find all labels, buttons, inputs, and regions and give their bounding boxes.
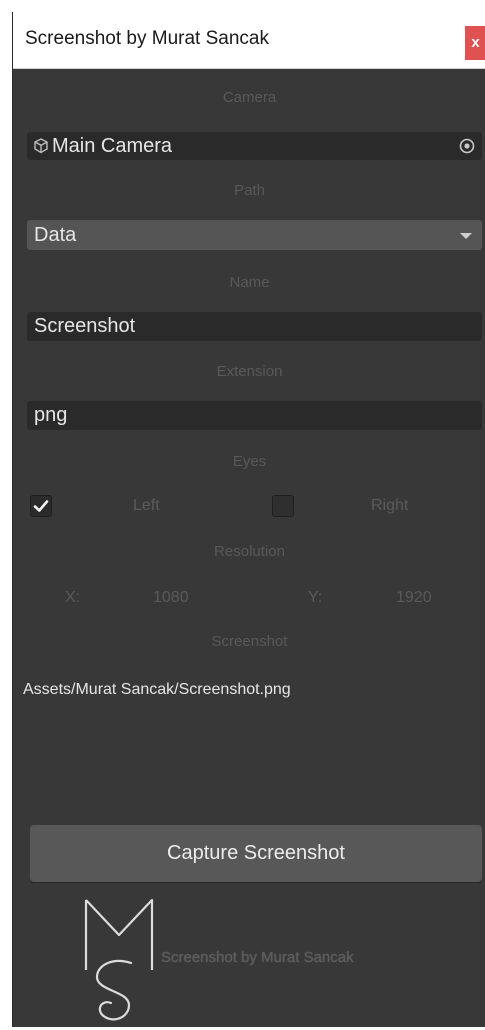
name-label: Name [229,274,270,291]
camera-object-field[interactable]: Main Camera [27,132,482,160]
extension-input[interactable]: png [27,401,482,430]
chevron-down-icon [460,233,472,239]
resolution-y-value[interactable]: 1920 [396,589,432,607]
screenshot-window: Screenshot by Murat Sancak x Camera Main… [12,12,485,1027]
left-eye-label: Left [133,497,160,514]
window-titlebar: Screenshot by Murat Sancak x [13,12,485,69]
left-eye-checkbox[interactable] [30,495,52,517]
close-button[interactable]: x [465,26,485,60]
eyes-label: Eyes [232,453,267,470]
camera-value: Main Camera [52,135,173,157]
name-input[interactable]: Screenshot [27,312,482,341]
extension-value: png [34,404,68,426]
camera-cube-icon [32,137,50,155]
name-value: Screenshot [34,315,136,337]
screenshot-label: Screenshot [211,633,288,650]
resolution-x-label: X: [65,589,81,606]
path-selected-value: Data [34,224,77,246]
camera-label: Camera [222,89,277,106]
resolution-label: Resolution [214,543,285,560]
checkmark-icon [33,500,49,512]
resolution-y-label: Y: [308,589,323,606]
window-title: Screenshot by Murat Sancak [25,28,269,49]
footer-caption: Screenshot by Murat Sancak [161,949,354,966]
right-eye-checkbox[interactable] [272,495,294,517]
path-label: Path [234,182,265,199]
path-dropdown[interactable]: Data [27,220,482,250]
extension-label: Extension [216,363,283,380]
object-picker-icon[interactable] [458,137,476,155]
screenshot-path: Assets/Murat Sancak/Screenshot.png [23,681,291,698]
resolution-x-value[interactable]: 1080 [153,589,189,607]
right-eye-label: Right [371,497,409,514]
ms-monogram-logo [81,895,161,1025]
capture-screenshot-button[interactable]: Capture Screenshot [30,825,482,882]
